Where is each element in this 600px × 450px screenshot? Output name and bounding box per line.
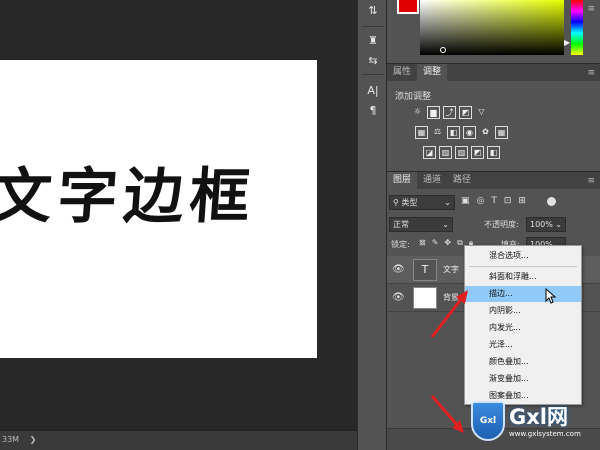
watermark-url: www.gxlsystem.com bbox=[509, 430, 581, 438]
watermark: Gxl Gxl网 www.gxlsystem.com bbox=[463, 397, 600, 450]
annotation-arrows bbox=[430, 290, 468, 433]
watermark-shield-logo: Gxl bbox=[471, 401, 505, 441]
watermark-brand: Gxl网 bbox=[509, 405, 568, 429]
